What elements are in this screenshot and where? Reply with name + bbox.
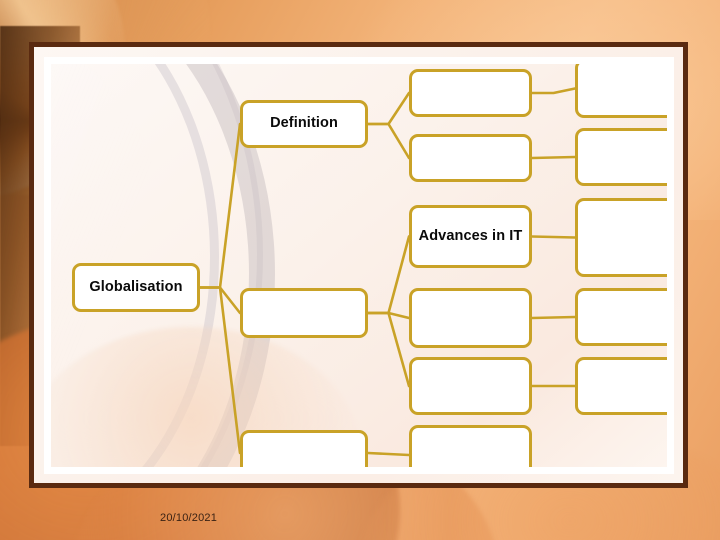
diagram-node-label: Globalisation [89,278,183,295]
connector-n-globalisation-to-n-l2-c [198,286,242,455]
diagram-node-l4-e[interactable] [575,357,667,415]
diagram-node-l2-b[interactable] [240,288,368,338]
diagram-node-label: Definition [270,115,338,132]
slide-canvas: Globalisation Definition Advances in IT [51,64,667,467]
mind-map-diagram: Globalisation Definition Advances in IT [51,64,667,467]
diagram-node-l3-d[interactable] [409,288,532,348]
connector-n-l2-c-to-n-l3-f [366,451,411,457]
diagram-node-globalisation[interactable]: Globalisation [72,263,200,312]
connector-n-l3-a-to-n-l4-a [530,87,577,95]
connector-n-l2-b-to-n-l3-e [366,311,411,388]
connector-n-definition-to-n-l3-b [366,122,411,160]
diagram-node-l4-a[interactable] [575,64,667,118]
diagram-node-l3-b[interactable] [409,134,532,182]
connector-n-definition-to-n-l3-a [366,91,411,126]
connector-n-l2-b-to-n-advances-it [366,235,411,315]
diagram-node-advances-it[interactable]: Advances in IT [409,205,532,268]
connector-n-l3-b-to-n-l4-b [530,155,577,160]
diagram-node-l4-d[interactable] [575,288,667,346]
slide-footer-date: 20/10/2021 [160,512,218,524]
connector-n-l3-d-to-n-l4-d [530,315,577,320]
diagram-node-l4-c[interactable] [575,198,667,277]
diagram-node-label: Advances in IT [418,227,523,244]
diagram-node-l3-e[interactable] [409,357,532,415]
diagram-node-l2-c[interactable] [240,430,368,467]
connector-n-advances-it-to-n-l4-c [530,235,577,239]
diagram-node-l3-a[interactable] [409,69,532,117]
diagram-node-l3-f[interactable] [409,425,532,467]
slide-frame: Globalisation Definition Advances in IT [29,42,688,488]
connector-n-globalisation-to-n-definition [198,122,242,289]
diagram-node-definition[interactable]: Definition [240,100,368,148]
slide-viewport: Globalisation Definition Advances in IT 20… [0,0,720,540]
diagram-node-l4-b[interactable] [575,128,667,186]
